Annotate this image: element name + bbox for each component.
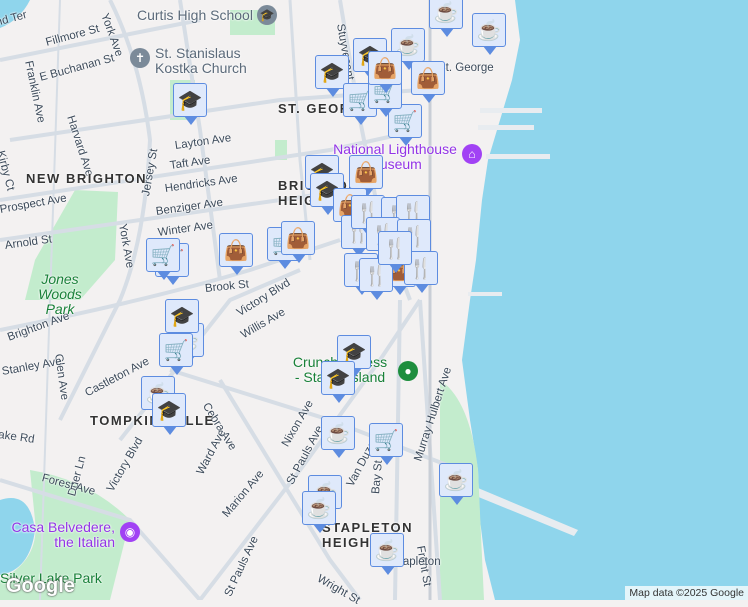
bag-icon: 👜 bbox=[415, 67, 441, 90]
church-icon: ✝ bbox=[130, 48, 150, 68]
school-marker[interactable]: 🎓 bbox=[321, 361, 355, 403]
poi-curtis-high-school[interactable]: Curtis High School 🎓 bbox=[137, 5, 277, 25]
restaurant-icon: 🍴 bbox=[363, 264, 389, 287]
school-icon: 🎓 bbox=[177, 89, 203, 112]
coffee-marker[interactable]: ☕ bbox=[472, 13, 506, 55]
restaurant-marker[interactable]: 🍴 bbox=[378, 231, 412, 273]
coffee-icon: ☕ bbox=[443, 469, 469, 492]
cart-icon: 🛒 bbox=[373, 429, 399, 452]
bag-icon: 👜 bbox=[353, 161, 379, 184]
school-icon: 🎓 bbox=[325, 367, 351, 390]
coffee-icon: ☕ bbox=[433, 1, 459, 24]
restaurant-icon: 🍴 bbox=[408, 257, 434, 280]
coffee-icon: ☕ bbox=[374, 539, 400, 562]
school-pin-icon: 🎓 bbox=[257, 5, 277, 25]
coffee-icon: ☕ bbox=[325, 422, 351, 445]
bag-marker[interactable]: 👜 bbox=[219, 233, 253, 275]
poi-label: Casa Belvedere, the Italian Cultural... bbox=[11, 520, 115, 550]
school-icon: 🎓 bbox=[156, 399, 182, 422]
cart-icon: 🛒 bbox=[150, 244, 176, 267]
cart-marker[interactable]: 🛒 bbox=[159, 333, 193, 375]
coffee-marker[interactable]: ☕ bbox=[439, 463, 473, 505]
bag-marker[interactable]: 👜 bbox=[411, 61, 445, 103]
map-attribution[interactable]: Map data ©2025 Google bbox=[625, 586, 748, 600]
bag-icon: 👜 bbox=[372, 57, 398, 80]
coffee-marker[interactable]: ☕ bbox=[321, 416, 355, 458]
bag-icon: 👜 bbox=[285, 227, 311, 250]
poi-label: St. Stanislaus Kostka Church bbox=[155, 45, 247, 76]
museum-icon: ⌂ bbox=[462, 144, 482, 164]
coffee-marker[interactable]: ☕ bbox=[370, 533, 404, 575]
bag-icon: 👜 bbox=[223, 239, 249, 262]
school-marker[interactable]: 🎓 bbox=[165, 299, 199, 341]
park-jones-woods[interactable]: Jones Woods Park bbox=[30, 272, 90, 317]
cart-icon: 🛒 bbox=[163, 339, 189, 362]
school-icon: 🎓 bbox=[169, 305, 195, 328]
restaurant-icon: 🍴 bbox=[382, 237, 408, 260]
google-logo: Google bbox=[6, 575, 75, 597]
coffee-icon: ☕ bbox=[306, 497, 332, 520]
ferry-label: St. George bbox=[438, 62, 494, 74]
school-marker[interactable]: 🎓 bbox=[152, 393, 186, 435]
coffee-marker[interactable]: ☕ bbox=[302, 491, 336, 533]
bag-marker[interactable]: 👜 bbox=[281, 221, 315, 263]
school-icon: 🎓 bbox=[319, 61, 345, 84]
poi-label: Curtis High School bbox=[137, 7, 253, 23]
bag-marker[interactable]: 👜 bbox=[368, 51, 402, 93]
cart-marker[interactable]: 🛒 bbox=[146, 238, 180, 280]
school-marker[interactable]: 🎓 bbox=[173, 83, 207, 125]
bag-marker[interactable]: 👜 bbox=[349, 155, 383, 197]
location-pin-icon: ● bbox=[398, 361, 418, 381]
cart-marker[interactable]: 🛒 bbox=[388, 104, 422, 146]
camera-icon: ◉ bbox=[120, 522, 140, 542]
neighborhood-new-brighton: NEW BRIGHTON bbox=[26, 171, 148, 186]
cart-marker[interactable]: 🛒 bbox=[369, 423, 403, 465]
coffee-icon: ☕ bbox=[476, 19, 502, 42]
coffee-marker[interactable]: ☕ bbox=[429, 0, 463, 37]
cart-icon: 🛒 bbox=[392, 110, 418, 133]
